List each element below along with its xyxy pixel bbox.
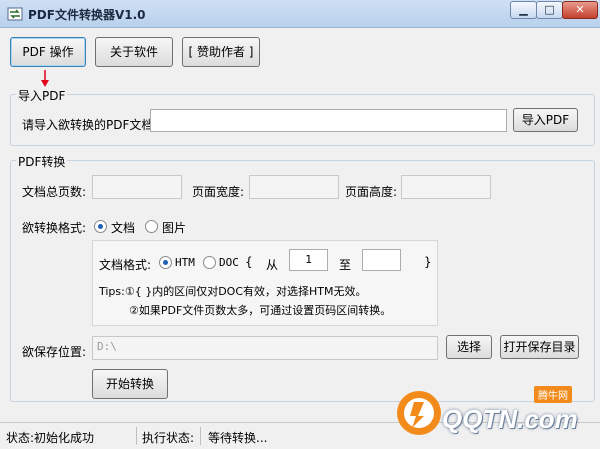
brace-close: } (424, 255, 432, 269)
save-path-input[interactable]: D:\ (92, 336, 438, 360)
to-page-input[interactable] (362, 249, 401, 271)
import-prompt-label: 请导入欲转换的PDF文档: (22, 118, 158, 132)
import-pdf-button[interactable]: 导入PDF (513, 108, 578, 132)
tips-line-2: ②如果PDF文件页数太多，可通过设置页码区间转换。 (129, 304, 392, 317)
window-title: PDF文件转换器V1.0 (28, 8, 146, 22)
from-page-input[interactable]: 1 (289, 249, 328, 271)
format-doc-radio[interactable] (94, 220, 107, 233)
minimize-button[interactable]: ▁ (510, 1, 537, 19)
qqtn-logo-icon (397, 391, 441, 435)
doc-format-label: 文档格式: (99, 258, 152, 272)
pdf-ops-button[interactable]: PDF 操作 (10, 37, 86, 67)
status-divider (136, 427, 137, 445)
to-label: 至 (339, 258, 352, 272)
page-width-label: 页面宽度: (192, 185, 245, 199)
sponsor-button[interactable]: [ 赞助作者 ] (182, 37, 260, 67)
page-height-field (401, 175, 491, 199)
convert-group-title: PDF转换 (16, 153, 68, 170)
total-pages-label: 文档总页数: (22, 185, 87, 199)
watermark-logo: 腾牛网 QQTN.com (394, 384, 594, 444)
format-image-label[interactable]: 图片 (162, 219, 186, 236)
about-button[interactable]: 关于软件 (95, 37, 173, 67)
open-save-dir-button[interactable]: 打开保存目录 (500, 335, 579, 359)
format-image-radio[interactable] (145, 220, 158, 233)
tips-line-1: Tips:①{ }内的区间仅对DOC有效，对选择HTM无效。 (99, 285, 367, 298)
from-label: 从 (266, 258, 279, 272)
save-location-label: 欲保存位置: (22, 345, 87, 359)
arrow-down-icon (41, 70, 49, 87)
format-doc-label[interactable]: 文档 (111, 219, 135, 236)
app-icon (7, 7, 23, 21)
start-convert-button[interactable]: 开始转换 (92, 369, 168, 399)
watermark-tag: 腾牛网 (534, 386, 572, 403)
doc-radio[interactable] (203, 256, 216, 269)
choose-button[interactable]: 选择 (446, 335, 492, 359)
import-group-title: 导入PDF (16, 87, 68, 104)
page-height-label: 页面高度: (345, 185, 398, 199)
total-pages-field (92, 175, 182, 199)
close-button[interactable]: ✕ (562, 1, 598, 19)
minimize-icon: ▁ (519, 3, 528, 16)
watermark-brand: QQTN.com (442, 404, 578, 434)
maximize-button[interactable]: □ (536, 1, 563, 19)
doc-label[interactable]: DOC (219, 256, 239, 269)
exec-status-value: 等待转换... (208, 431, 268, 445)
title-bar: PDF文件转换器V1.0 ▁ □ ✕ (0, 0, 600, 28)
htm-label[interactable]: HTM (175, 256, 195, 269)
htm-radio[interactable] (159, 256, 172, 269)
brace-open: { (245, 255, 253, 269)
status-text: 状态:初始化成功 (6, 431, 95, 445)
maximize-icon: □ (544, 3, 555, 16)
client-area: PDF 操作 关于软件 [ 赞助作者 ] 导入PDF 请导入欲转换的PDF文档:… (0, 28, 600, 422)
page-width-field (249, 175, 339, 199)
target-format-label: 欲转换格式: (22, 221, 87, 235)
exec-status-label: 执行状态: (142, 431, 195, 445)
status-divider (200, 427, 201, 445)
close-icon: ✕ (575, 3, 585, 16)
pdf-path-input[interactable] (150, 109, 507, 132)
